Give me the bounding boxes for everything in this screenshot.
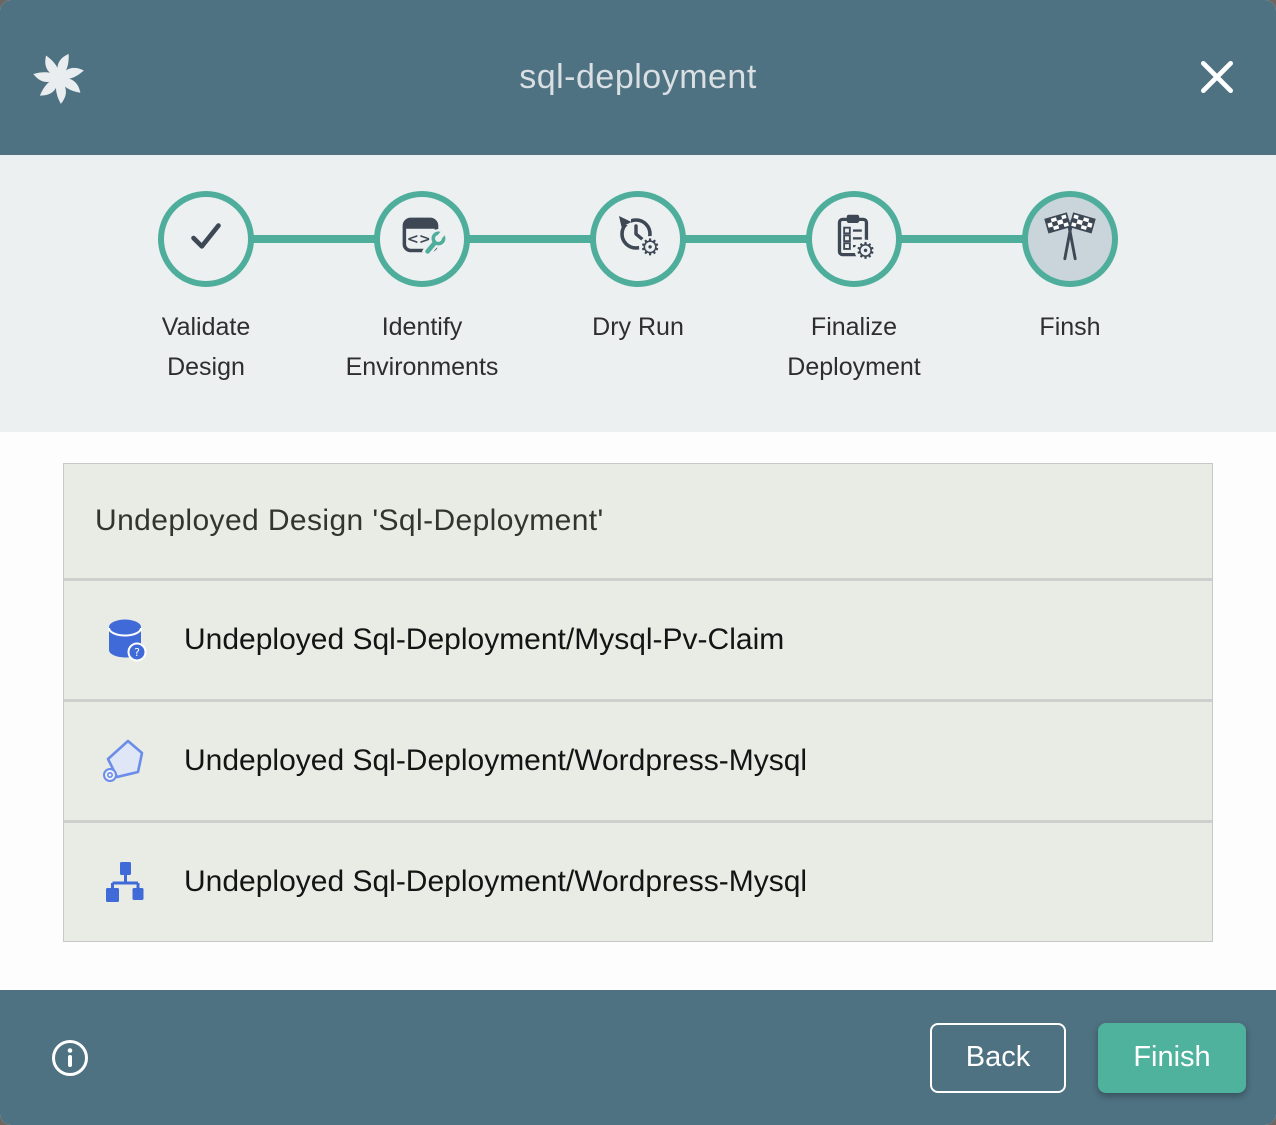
step-label: Validate Design [162,307,251,387]
step-circle: ⚙ [590,191,686,287]
results-list: Undeployed Design 'Sql-Deployment' ? Und… [63,463,1213,942]
step-label: Finalize Deployment [787,307,920,387]
step-circle: <> [374,191,470,287]
back-button[interactable]: Back [930,1023,1066,1093]
step-validate-design: Validate Design [98,155,314,432]
info-icon[interactable] [50,1038,90,1078]
dialog-title: sql-deployment [519,58,757,97]
svg-text:?: ? [134,646,140,659]
checkered-flags-icon [1040,207,1100,272]
list-item-text: Undeployed Sql-Deployment/Wordpress-Mysq… [184,865,807,899]
results-panel: Undeployed Design 'Sql-Deployment' ? Und… [0,432,1276,990]
step-circle: ⚙ [806,191,902,287]
list-item: ? Undeployed Sql-Deployment/Mysql-Pv-Cla… [64,578,1212,699]
step-dry-run: ⚙ Dry Run [530,155,746,432]
results-heading: Undeployed Design 'Sql-Deployment' [64,464,1212,578]
svg-text:⚙: ⚙ [640,235,661,261]
dialog-footer: Back Finish [0,990,1276,1125]
deployment-stepper: Validate Design <> [0,155,1276,432]
check-icon [179,210,233,269]
step-label: Identify Environments [346,307,499,387]
step-label: Dry Run [592,307,684,347]
list-item: Undeployed Sql-Deployment/Wordpress-Mysq… [64,820,1212,941]
finish-button[interactable]: Finish [1098,1023,1246,1093]
dialog-header: sql-deployment [0,0,1276,155]
step-connector [251,235,377,243]
step-circle [158,191,254,287]
step-connector [899,235,1025,243]
database-icon: ? [100,615,150,665]
svg-text:⚙: ⚙ [855,238,875,264]
history-gear-icon: ⚙ [610,209,666,270]
hierarchy-icon [100,857,150,907]
close-icon[interactable] [1196,56,1238,98]
step-finalize-deployment: ⚙ Finalize Deployment [746,155,962,432]
step-label: Finsh [1039,307,1100,347]
code-wrench-icon: <> [394,209,450,270]
step-finish: Finsh [962,155,1178,432]
list-item-text: Undeployed Sql-Deployment/Wordpress-Mysq… [184,744,807,778]
meshery-logo-icon [32,49,86,107]
clipboard-gear-icon: ⚙ [826,209,882,270]
step-identify-environments: <> Identify Environment [314,155,530,432]
list-item-text: Undeployed Sql-Deployment/Mysql-Pv-Claim [184,623,784,657]
step-connector [467,235,593,243]
pentagon-icon [100,736,150,786]
step-circle [1022,191,1118,287]
list-item: Undeployed Sql-Deployment/Wordpress-Mysq… [64,699,1212,820]
deployment-dialog: sql-deployment Validate Design [0,0,1276,1125]
step-connector [683,235,809,243]
